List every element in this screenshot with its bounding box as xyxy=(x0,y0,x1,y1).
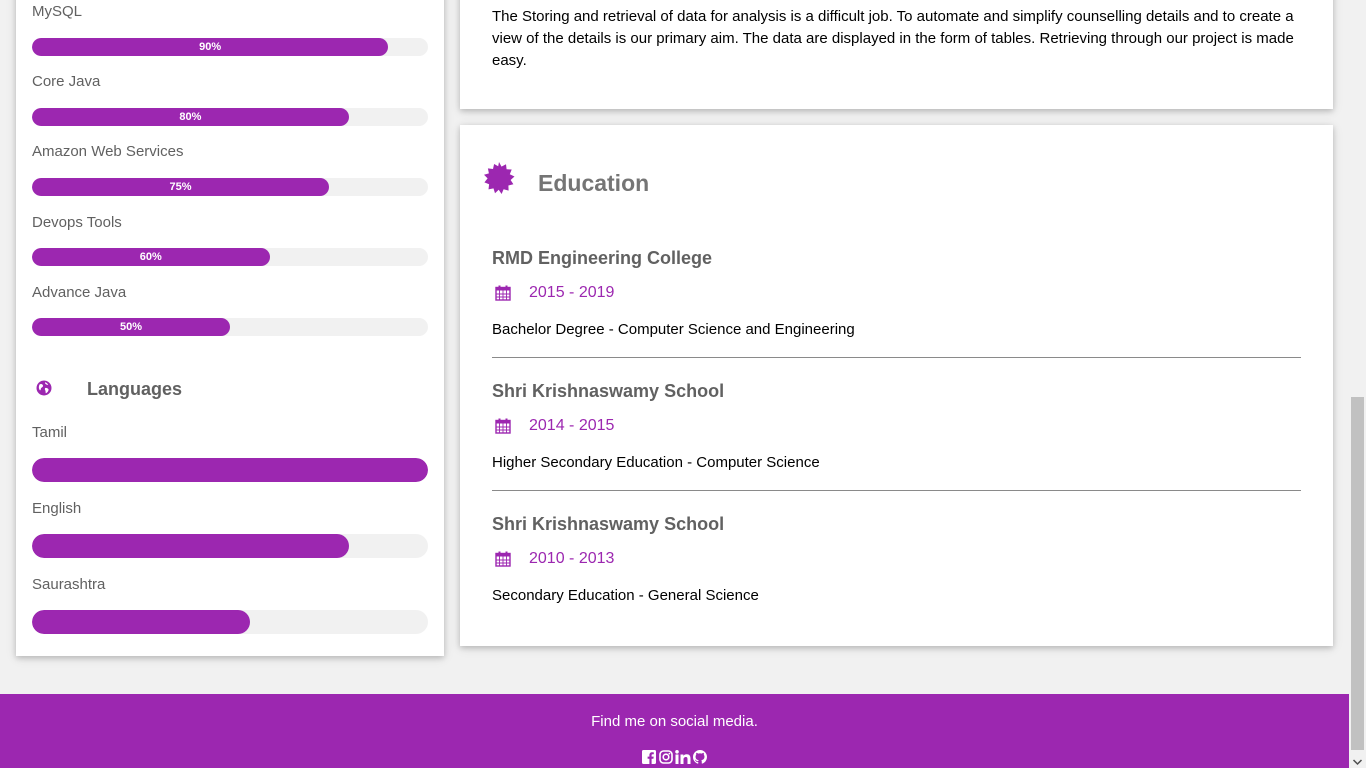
language-name: English xyxy=(32,500,82,517)
skill-mysql: MySQL 90% xyxy=(32,2,428,56)
skill-bar-fill: 90% xyxy=(32,38,389,56)
skill-aws: Amazon Web Services 75% xyxy=(32,142,428,196)
language-bar-fill xyxy=(32,458,428,482)
skill-bar-fill: 75% xyxy=(32,178,329,196)
language-bar-fill xyxy=(32,610,250,634)
skill-name: MySQL xyxy=(32,3,83,20)
skill-bar-fill: 80% xyxy=(32,108,349,126)
language-name: Tamil xyxy=(32,424,68,441)
date-range: 2015 - 2019 xyxy=(529,284,615,301)
scrollbar-thumb[interactable] xyxy=(1351,397,1364,750)
language-bar xyxy=(32,458,428,482)
language-bar-fill xyxy=(32,534,349,558)
calendar-icon xyxy=(495,551,511,567)
calendar-icon xyxy=(495,285,511,301)
education-title: Education xyxy=(538,170,650,196)
education-card: Education RMD Engineering College 2015 -… xyxy=(460,125,1333,646)
skill-bar: 75% xyxy=(32,178,428,196)
skill-devops: Devops Tools 60% xyxy=(32,213,428,266)
skill-name: Amazon Web Services xyxy=(32,143,184,160)
education-entry: Shri Krishnaswamy School 2014 - 2015 Hig… xyxy=(492,380,1301,491)
degree: Higher Secondary Education - Computer Sc… xyxy=(492,454,820,471)
project-description: The Storing and retrieval of data for an… xyxy=(492,8,1294,69)
language-english: English xyxy=(32,499,428,558)
skill-advance-java: Advance Java 50% xyxy=(32,283,428,336)
skill-name: Devops Tools xyxy=(32,214,122,231)
divider xyxy=(492,490,1301,491)
language-bar xyxy=(32,534,428,558)
skill-bar-fill: 60% xyxy=(32,248,270,266)
scroll-down-arrow-icon[interactable] xyxy=(1352,754,1363,766)
skill-core-java: Core Java 80% xyxy=(32,72,428,126)
skill-bar: 90% xyxy=(32,38,428,56)
globe-icon xyxy=(36,380,52,396)
calendar-icon xyxy=(495,418,511,434)
social-links xyxy=(642,750,708,764)
date-range: 2010 - 2013 xyxy=(529,550,615,567)
skill-bar: 80% xyxy=(32,108,428,126)
scrollbar[interactable] xyxy=(1349,0,1366,768)
school-name: Shri Krishnaswamy School xyxy=(492,381,725,401)
project-card: The Storing and retrieval of data for an… xyxy=(460,0,1333,109)
languages-title: Languages xyxy=(87,379,183,399)
languages-header: Languages xyxy=(32,378,428,400)
skill-bar: 60% xyxy=(32,248,428,266)
footer: Find me on social media. xyxy=(0,694,1349,768)
skill-name: Core Java xyxy=(32,73,101,90)
facebook-icon[interactable] xyxy=(642,750,656,764)
skill-name: Advance Java xyxy=(32,284,127,301)
language-bar xyxy=(32,610,428,634)
school-name: RMD Engineering College xyxy=(492,248,713,268)
linkedin-icon[interactable] xyxy=(675,750,691,764)
education-entry: Shri Krishnaswamy School 2010 - 2013 Sec… xyxy=(492,513,1301,604)
skills-card: MySQL 90% Core Java 80% Amazon Web Servi… xyxy=(16,0,444,656)
language-name: Saurashtra xyxy=(32,576,106,593)
degree: Secondary Education - General Science xyxy=(492,587,759,604)
footer-text: Find me on social media. xyxy=(591,713,758,730)
skill-bar: 50% xyxy=(32,318,428,336)
language-tamil: Tamil xyxy=(32,423,428,482)
certificate-icon xyxy=(482,161,516,195)
instagram-icon[interactable] xyxy=(659,750,673,764)
divider xyxy=(492,357,1301,358)
github-icon[interactable] xyxy=(693,750,707,764)
degree: Bachelor Degree - Computer Science and E… xyxy=(492,321,855,338)
date-range: 2014 - 2015 xyxy=(529,417,615,434)
education-entry: RMD Engineering College 2015 - 2019 Bach… xyxy=(492,247,1301,358)
school-name: Shri Krishnaswamy School xyxy=(492,514,725,534)
language-saurashtra: Saurashtra xyxy=(32,575,428,634)
skill-bar-fill: 50% xyxy=(32,318,230,336)
